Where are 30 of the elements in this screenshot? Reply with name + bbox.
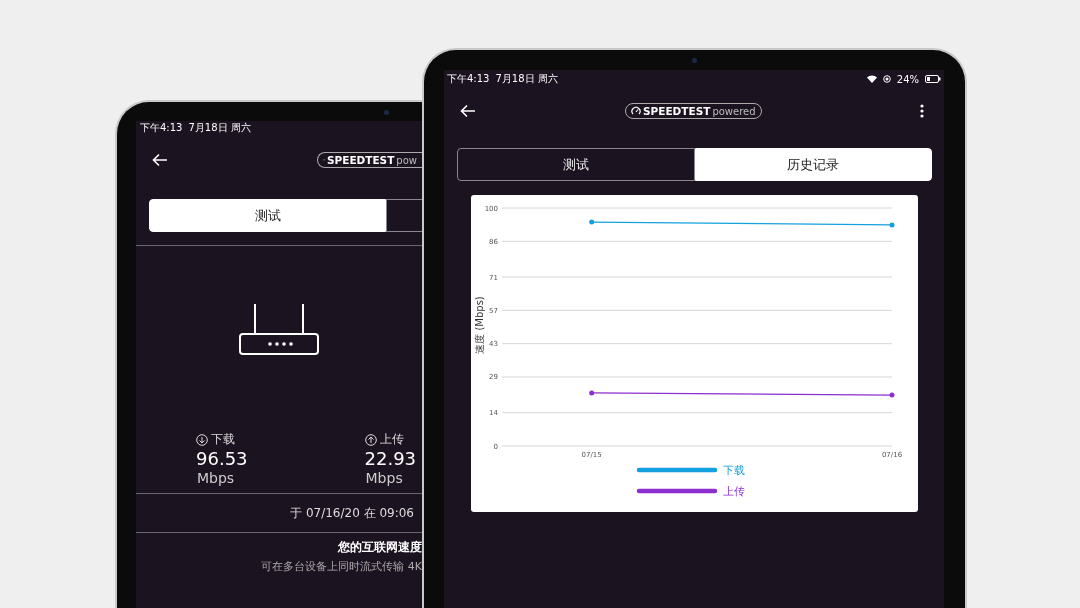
tab[interactable] [386,199,422,232]
result-label: 上传 [379,431,404,448]
status-time: 下午4:13 [447,72,490,86]
more-icon[interactable] [920,104,924,118]
router-icon [238,303,320,357]
location-icon [882,75,891,83]
tab[interactable]: 历史记录 [694,148,932,181]
result-value: 96.53 [196,448,248,470]
result-detail: 可在多台设备上同时流式传输 4K [261,559,422,574]
legend-label: 下载 [723,464,745,477]
battery-percent: 24% [896,73,919,85]
status-date: 7月18日 周六 [495,72,558,86]
result-unit: Mbps [197,470,235,486]
status-time: 下午4:13 [140,121,183,135]
result-label: 下载 [211,431,235,448]
tab[interactable]: 测试 [149,199,386,232]
test-timestamp: 于 07/16/20 在 09:06 [289,505,415,522]
status-date: 7月18日 周六 [188,121,251,135]
legend-label: 上传 [723,485,745,498]
back-icon[interactable] [460,104,476,118]
back-icon[interactable] [152,153,168,167]
upload-icon [364,433,377,446]
result-headline: 您的互联网速度 [338,539,422,556]
result-unit: Mbps [365,470,403,486]
download-icon [196,433,208,446]
battery-icon [925,75,941,83]
tab[interactable]: 测试 [457,148,695,181]
result-value: 22.93 [364,448,417,470]
wifi-icon [866,75,877,83]
y-axis-label: 速度 (Mbps) [474,296,485,354]
